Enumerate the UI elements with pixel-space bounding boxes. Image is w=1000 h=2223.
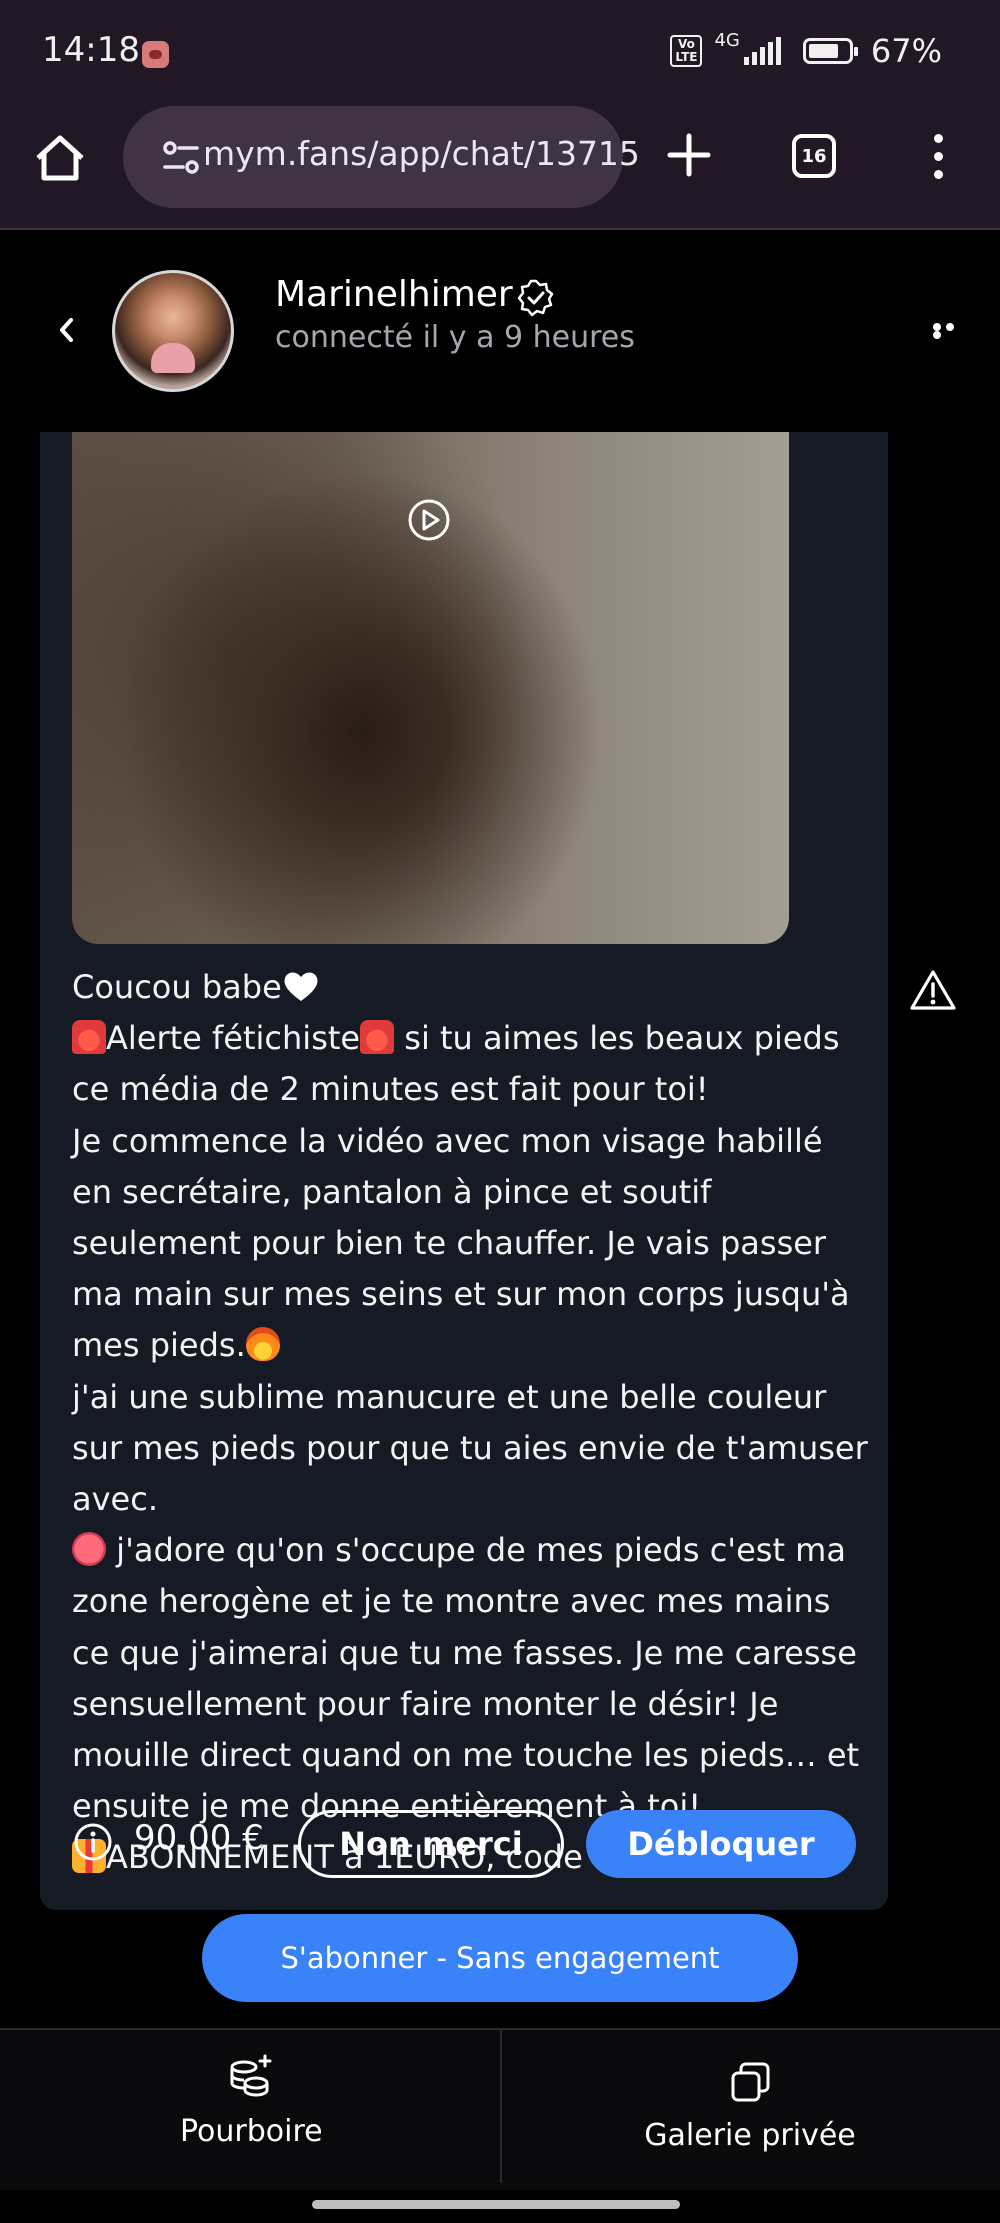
info-icon[interactable]: [73, 1822, 113, 1862]
back-icon: [60, 318, 73, 342]
decline-button[interactable]: Non merci: [298, 1810, 564, 1878]
unlock-button[interactable]: Débloquer: [586, 1810, 856, 1878]
gesture-home-indicator[interactable]: [312, 2200, 680, 2209]
more-options-button[interactable]: [933, 323, 967, 339]
notification-icon: [142, 41, 169, 68]
bottom-nav-divider: [500, 2028, 502, 2183]
home-icon: [36, 135, 84, 181]
signal-icon: [743, 37, 781, 65]
tip-button[interactable]: Pourboire: [180, 2114, 323, 2149]
username[interactable]: Marinelhimer: [275, 274, 513, 315]
verified-icon: [516, 278, 556, 318]
play-icon[interactable]: [407, 498, 451, 542]
tip-coins-icon[interactable]: [228, 2053, 274, 2099]
address-bar[interactable]: mym.fans/app/chat/13715: [123, 106, 640, 208]
avatar[interactable]: [112, 270, 234, 392]
site-settings-icon[interactable]: [161, 138, 201, 178]
plus-icon: [667, 133, 711, 177]
fire-icon: [245, 1327, 280, 1362]
battery-icon: [802, 38, 858, 64]
browser-menu-button[interactable]: [930, 134, 946, 184]
siren-icon: [72, 1020, 106, 1055]
new-tab-button[interactable]: [664, 130, 714, 180]
volte-icon: Vo LTE: [670, 35, 703, 67]
url-text[interactable]: mym.fans/app/chat/13715: [203, 134, 640, 173]
back-button[interactable]: [52, 315, 82, 345]
hot-face-icon: [72, 1532, 106, 1567]
tabs-button[interactable]: 16: [792, 134, 836, 178]
tab-count: 16: [801, 145, 827, 167]
media-price: 90,00 €: [134, 1818, 264, 1858]
status-time: 14:18: [42, 30, 140, 70]
gallery-icon[interactable]: [728, 2060, 772, 2104]
warning-icon[interactable]: [908, 968, 958, 1012]
message-text: Coucou babe Alerte fétichiste si tu aime…: [72, 968, 868, 1877]
siren-icon: [360, 1020, 395, 1055]
presence-status: connecté il y a 9 heures: [275, 320, 635, 355]
battery-percent: 67%: [870, 32, 942, 70]
home-button[interactable]: [30, 128, 90, 188]
status-indicators: Vo LTE 4G 67%: [670, 30, 942, 70]
private-gallery-button[interactable]: Galerie privée: [600, 2118, 900, 2153]
subscribe-button[interactable]: S'abonner - Sans engagement: [202, 1914, 798, 2002]
white-heart-icon: [284, 972, 318, 1001]
network-type: 4G: [714, 30, 740, 51]
browser-divider: [0, 228, 1000, 230]
